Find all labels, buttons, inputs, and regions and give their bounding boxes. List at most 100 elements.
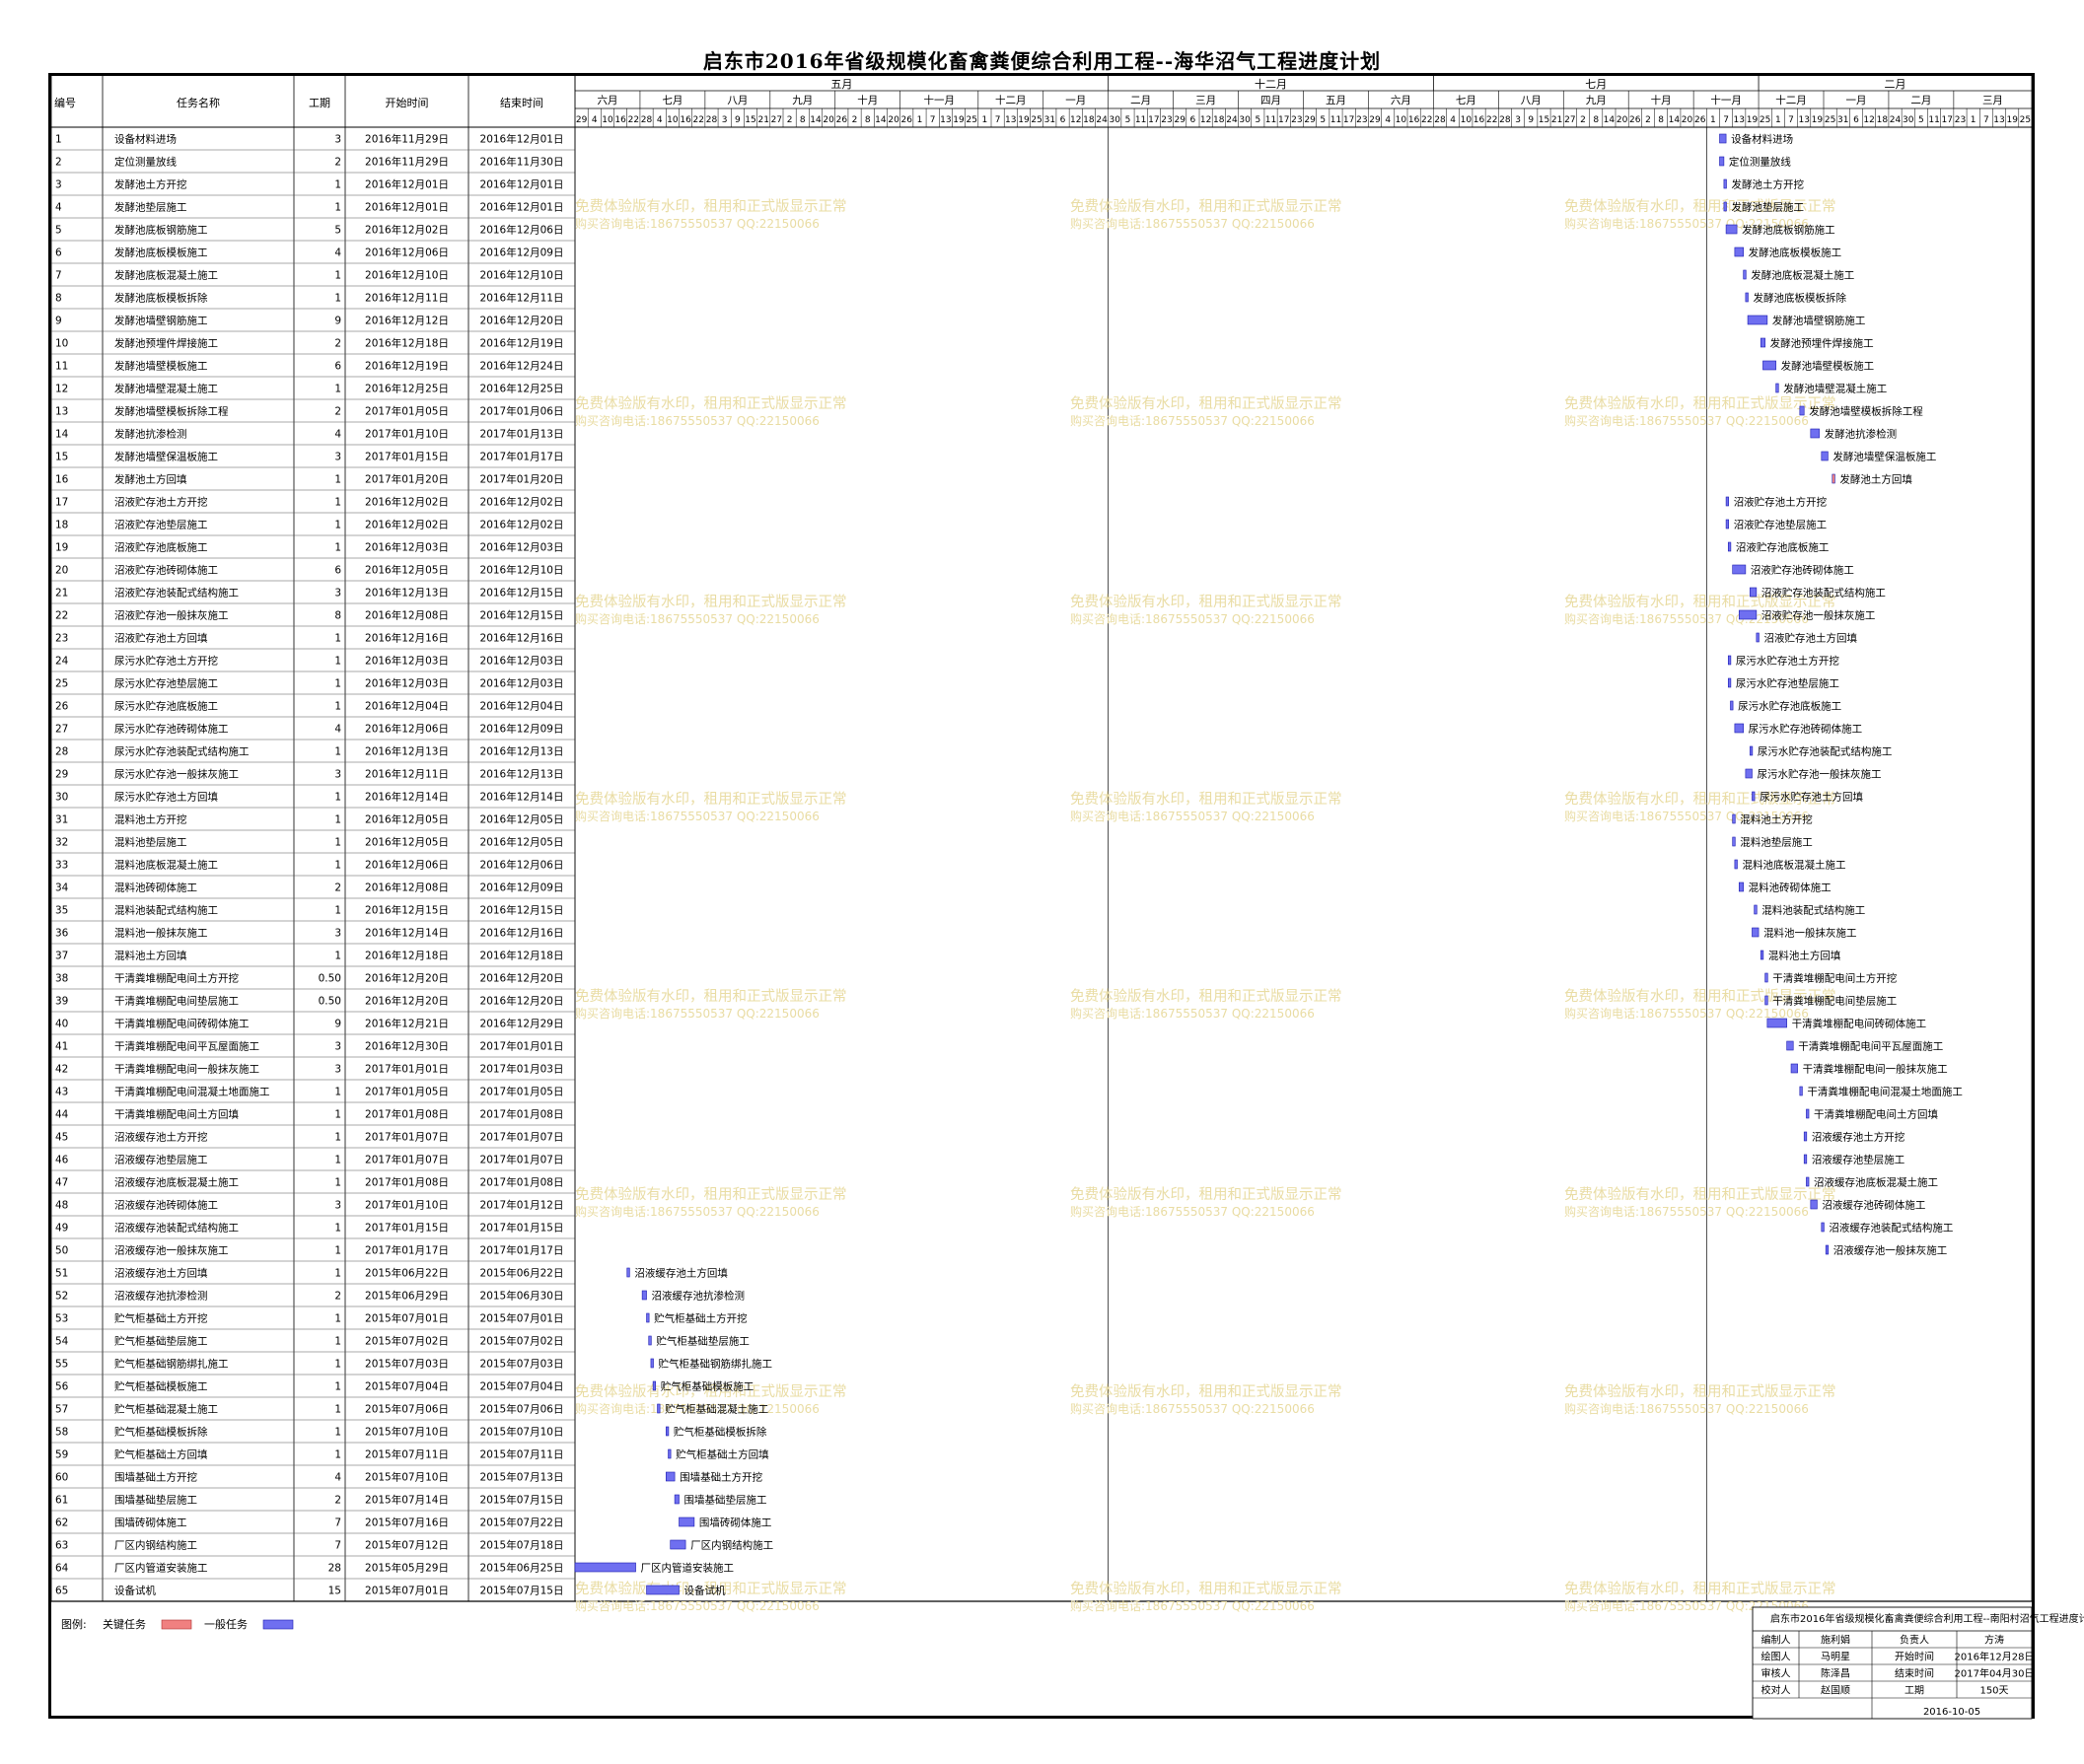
gantt-bar[interactable] [1734,247,1744,257]
gantt-bar[interactable] [1749,587,1758,598]
col-header-id: 编号 [54,96,76,109]
gantt-bar[interactable] [1832,473,1835,484]
gantt-bar[interactable] [1821,1222,1825,1233]
gantt-bar[interactable] [1747,315,1768,325]
gantt-bar[interactable] [1725,519,1729,529]
gantt-bar[interactable] [641,1290,647,1301]
gantt-bar[interactable] [668,1448,672,1459]
gantt-bar[interactable] [670,1539,686,1550]
task-name: 发酵池土方开挖 [114,178,187,191]
bar-label: 围墙基础土方开挖 [680,1471,762,1484]
gantt-bar[interactable] [1799,405,1805,416]
gantt-bar[interactable] [1745,292,1749,303]
bar-label: 贮气柜基础模板施工 [661,1380,755,1393]
gantt-bar[interactable] [1732,836,1736,847]
gantt-bar[interactable] [1734,859,1738,870]
gantt-bar[interactable] [1719,133,1727,144]
gantt-bar[interactable] [1749,745,1754,756]
gantt-bar[interactable] [666,1426,670,1437]
day-label: 25 [1760,115,1770,125]
bar-label: 沼液贮存池土方开挖 [1734,496,1828,509]
gantt-bar[interactable] [1745,768,1753,779]
gantt-bar[interactable] [1743,269,1747,280]
gantt-bar[interactable] [1766,1018,1787,1028]
gantt-bar[interactable] [1727,655,1732,666]
day-label: 1 [1710,115,1716,125]
day-label: 26 [1629,115,1641,125]
gantt-bar[interactable] [1825,1244,1830,1255]
task-start: 2017年01月08日 [365,1176,449,1189]
gantt-bar[interactable] [1764,995,1768,1006]
gantt-bar[interactable] [1786,1040,1794,1051]
legend-critical-label: 关键任务 [103,1617,146,1631]
watermark-text: 购买咨询电话:18675550537 QQ:22150066 [575,1006,820,1021]
gantt-bar[interactable] [1760,950,1764,960]
task-end: 2016年12月29日 [480,1018,564,1030]
gantt-bar[interactable] [674,1494,680,1505]
gantt-bar[interactable] [652,1380,657,1391]
day-label: 28 [641,115,653,125]
gantt-bar[interactable] [679,1517,695,1527]
gantt-bar[interactable] [1725,224,1738,235]
gantt-bar[interactable] [1799,1086,1803,1096]
gantt-bar[interactable] [1727,677,1732,688]
task-end: 2017年01月03日 [480,1063,564,1076]
gantt-bar[interactable] [646,1585,680,1595]
gantt-bar[interactable] [1732,813,1736,824]
gantt-bar[interactable] [1803,1154,1808,1164]
task-name: 贮气柜基础土方开挖 [114,1312,208,1325]
task-start: 2016年12月10日 [365,269,449,282]
task-start: 2016年12月03日 [365,541,449,554]
gantt-bar[interactable] [1727,541,1732,552]
gantt-bar[interactable] [1738,609,1758,620]
gantt-bar[interactable] [1806,1108,1810,1119]
gantt-bar[interactable] [1810,1199,1818,1210]
gantt-bar[interactable] [1719,156,1725,167]
task-id: 43 [55,1087,68,1098]
gantt-bar[interactable] [1738,882,1744,892]
gantt-bar[interactable] [648,1335,652,1346]
task-id: 22 [55,610,68,622]
gantt-bar[interactable] [1723,201,1727,212]
task-id: 19 [55,542,68,554]
task-start: 2016年12月13日 [365,587,449,600]
task-name: 沼液贮存池底板施工 [114,541,208,554]
day-label: 20 [888,115,899,125]
gantt-bar[interactable] [650,1358,654,1369]
gantt-bar[interactable] [1732,564,1747,575]
gantt-bar[interactable] [1754,904,1758,915]
gantt-bar[interactable] [1760,337,1765,348]
gantt-bar[interactable] [1775,383,1779,393]
info-cell: 马明星 [1821,1652,1850,1663]
gantt-bar[interactable] [1756,632,1760,643]
gantt-bar[interactable] [1730,700,1734,711]
gantt-bar[interactable] [1790,1063,1798,1074]
gantt-bar[interactable] [1723,178,1727,189]
gantt-bar[interactable] [1810,428,1820,439]
gantt-bar[interactable] [1821,451,1829,461]
gantt-bar[interactable] [1762,360,1776,371]
bar-label: 发酵池底板模板拆除 [1753,292,1846,305]
gantt-bar[interactable] [626,1267,630,1278]
bar-label: 发酵池墙壁模板施工 [1781,360,1875,373]
month-label: 四月 [1260,95,1281,106]
gantt-bar[interactable] [1803,1131,1808,1142]
gantt-bar[interactable] [666,1471,676,1482]
task-duration: 3 [334,1064,341,1076]
gantt-bar[interactable] [646,1312,650,1323]
task-end: 2016年12月16日 [480,632,564,645]
task-duration: 1 [334,1223,341,1235]
task-end: 2016年12月20日 [480,995,564,1008]
day-label: 27 [1564,115,1575,125]
gantt-bar[interactable] [1734,723,1744,734]
info-cell: 绘图人 [1761,1651,1791,1663]
gantt-bar[interactable] [1725,496,1729,507]
bar-label: 干清粪堆棚配电间垫层施工 [1772,995,1897,1008]
gantt-bar[interactable] [1752,927,1760,938]
gantt-bar[interactable] [1806,1176,1810,1187]
task-end: 2015年07月06日 [480,1403,564,1416]
gantt-bar[interactable] [1752,791,1756,802]
gantt-bar[interactable] [1764,972,1768,983]
gantt-bar[interactable] [574,1562,636,1573]
gantt-bar[interactable] [657,1403,661,1414]
